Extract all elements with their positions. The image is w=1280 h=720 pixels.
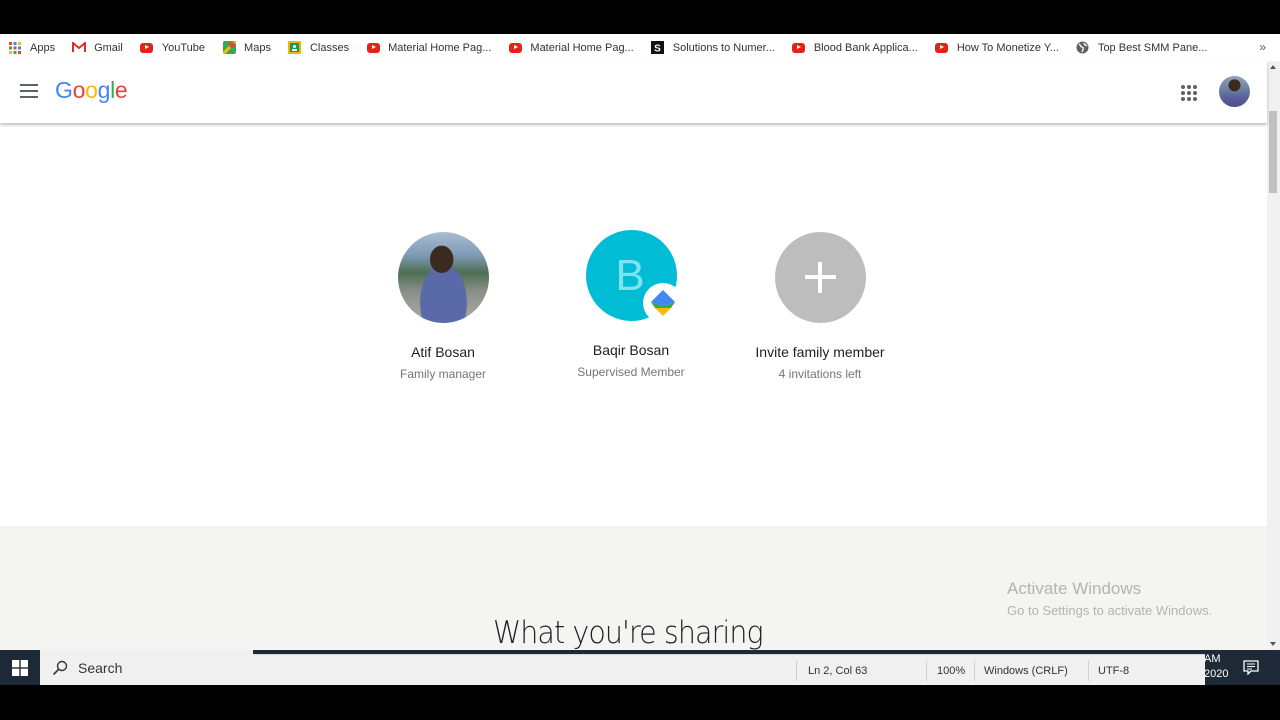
taskbar-search-box[interactable]: Search xyxy=(40,650,253,685)
line-ending: Windows (CRLF) xyxy=(984,665,1068,677)
google-logo[interactable]: Google xyxy=(55,77,128,104)
bookmark-label: Apps xyxy=(30,41,56,54)
search-label: Search xyxy=(78,659,123,676)
page-scrollbar[interactable] xyxy=(1267,61,1280,650)
zoom-level: 100% xyxy=(937,665,966,677)
globe-icon xyxy=(1076,41,1090,55)
youtube-icon xyxy=(935,41,949,55)
bookmark-material-home-2[interactable]: Material Home Pag... xyxy=(508,41,634,55)
activate-windows-watermark: Activate Windows Go to Settings to activ… xyxy=(1007,579,1212,618)
windows-logo-icon xyxy=(12,659,28,676)
family-link-badge-icon xyxy=(642,283,683,323)
app-header: Google xyxy=(0,61,1267,123)
bookmark-gmail[interactable]: Gmail xyxy=(72,41,123,55)
member-role: Supervised Member xyxy=(577,365,685,379)
member-name: Atif Bosan xyxy=(411,344,475,360)
invite-member-card[interactable]: Invite family member 4 invitations left xyxy=(725,232,915,381)
logo-letter: o xyxy=(72,77,86,103)
svg-text:S: S xyxy=(654,44,661,55)
bookmark-label: Gmail xyxy=(94,41,123,54)
bookmark-label: Solutions to Numer... xyxy=(672,41,775,54)
account-avatar[interactable] xyxy=(1219,76,1250,107)
apps-grid-icon xyxy=(8,41,22,55)
action-center-icon[interactable] xyxy=(1243,660,1259,680)
main-menu-icon[interactable] xyxy=(20,84,38,98)
screen-top-bar xyxy=(0,0,1280,34)
bookmark-blood-bank[interactable]: Blood Bank Applica... xyxy=(792,41,918,55)
clock-date: 2020 xyxy=(1204,668,1229,680)
scribd-icon: S xyxy=(651,41,665,55)
bookmark-material-home-1[interactable]: Material Home Pag... xyxy=(366,41,491,55)
system-clock[interactable]: AM 2020 xyxy=(1204,652,1228,682)
scroll-down-icon[interactable] xyxy=(1270,642,1276,646)
maps-icon xyxy=(222,41,236,55)
bookmark-label: How To Monetize Y... xyxy=(956,41,1059,54)
bookmark-smm-panel[interactable]: Top Best SMM Pane... xyxy=(1076,41,1207,55)
bookmark-label: Material Home Pag... xyxy=(388,41,492,54)
youtube-icon xyxy=(508,41,522,55)
windows-start-button[interactable] xyxy=(0,650,40,685)
sharing-title: What you're sharing xyxy=(493,615,764,651)
cursor-position: Ln 2, Col 63 xyxy=(808,665,868,677)
bookmark-label: Blood Bank Applica... xyxy=(813,41,918,54)
bookmark-label: Material Home Pag... xyxy=(530,41,634,54)
invite-member-button[interactable] xyxy=(774,232,866,323)
logo-letter: G xyxy=(55,77,73,103)
bookmark-solutions[interactable]: S Solutions to Numer... xyxy=(651,41,775,55)
logo-letter: e xyxy=(114,77,128,103)
bookmark-label: YouTube xyxy=(161,41,206,54)
classes-icon xyxy=(288,41,302,55)
member-card-baqir[interactable]: B Baqir Bosan Supervised Member xyxy=(536,230,726,379)
member-card-atif[interactable]: Atif Bosan Family manager xyxy=(348,232,538,381)
more-bookmarks-button[interactable]: » xyxy=(1259,40,1266,54)
family-members-section: Atif Bosan Family manager B Baqir Bosan … xyxy=(0,123,1267,526)
gmail-icon xyxy=(72,41,87,55)
scroll-thumb[interactable] xyxy=(1269,111,1277,193)
search-icon xyxy=(52,660,68,675)
member-photo-avatar[interactable] xyxy=(397,232,489,323)
notepad-status-bar: Ln 2, Col 63 100% Windows (CRLF) UTF-8 xyxy=(253,654,1205,685)
bookmark-label: Top Best SMM Pane... xyxy=(1097,41,1208,54)
bookmark-monetize[interactable]: How To Monetize Y... xyxy=(935,41,1059,55)
encoding: UTF-8 xyxy=(1098,665,1130,677)
logo-letter: o xyxy=(85,77,98,103)
windows-taskbar: Search Ln 2, Col 63 100% Windows (CRLF) … xyxy=(0,650,1280,685)
bookmark-classes[interactable]: Classes xyxy=(288,41,349,55)
member-name: Baqir Bosan xyxy=(592,342,670,358)
screen-bottom-bar xyxy=(0,685,1280,720)
logo-letter: g xyxy=(97,77,111,103)
bookmark-apps[interactable]: Apps xyxy=(8,41,55,55)
google-apps-icon[interactable] xyxy=(1181,85,1197,101)
bookmark-label: Classes xyxy=(309,41,350,54)
member-role: Family manager xyxy=(399,367,487,381)
invitations-left: 4 invitations left xyxy=(778,367,862,381)
bookmarks-bar: Apps Gmail YouTube Maps Classes Material… xyxy=(0,34,1280,61)
bookmark-label: Maps xyxy=(244,41,271,54)
bookmark-maps[interactable]: Maps xyxy=(222,41,271,55)
scroll-up-icon[interactable] xyxy=(1270,65,1276,69)
clock-time: AM xyxy=(1204,653,1221,665)
watermark-title: Activate Windows xyxy=(1007,579,1142,598)
watermark-subtitle: Go to Settings to activate Windows. xyxy=(1007,603,1213,618)
invite-label: Invite family member xyxy=(755,344,885,360)
bookmark-youtube[interactable]: YouTube xyxy=(140,41,205,55)
youtube-icon xyxy=(366,41,380,55)
youtube-icon xyxy=(792,41,806,55)
sharing-section: What you're sharing Activate Windows Go … xyxy=(0,526,1267,651)
youtube-icon xyxy=(140,41,154,55)
member-initial-avatar[interactable]: B xyxy=(585,230,683,323)
